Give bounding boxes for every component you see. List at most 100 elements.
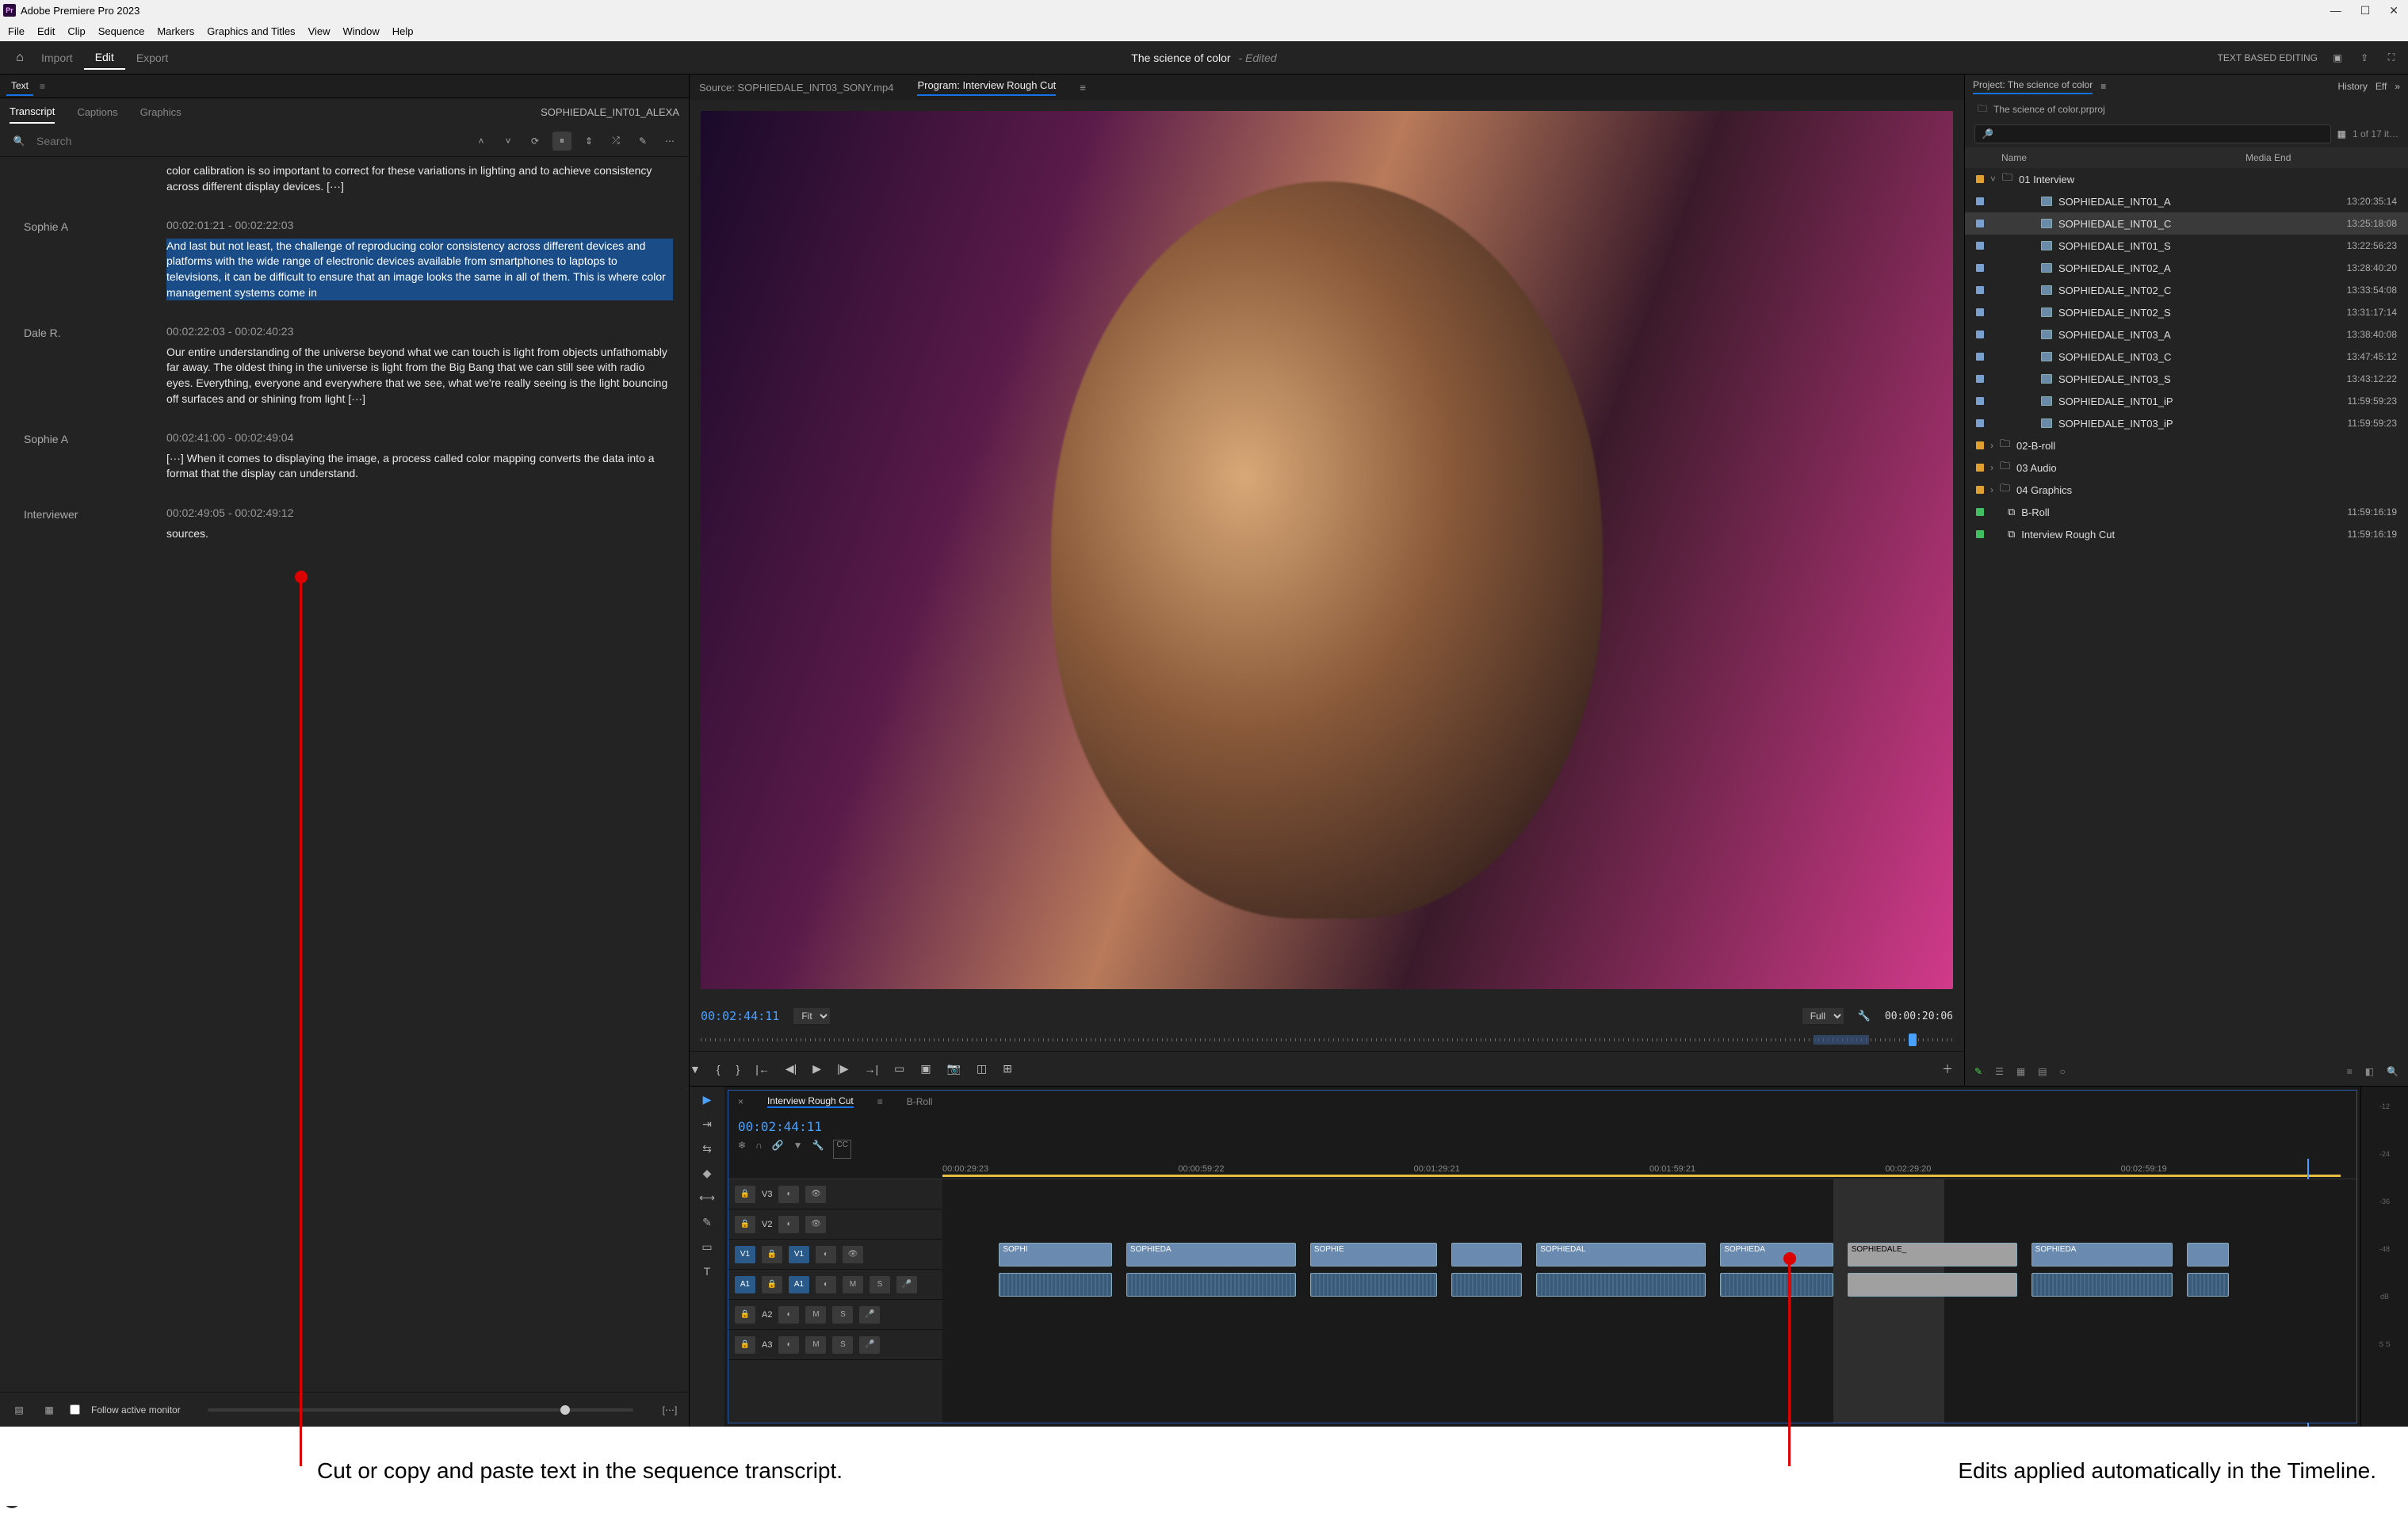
pause-words-icon[interactable]: ⏸ [552, 132, 571, 151]
transcript-text[interactable]: [···] When it comes to displaying the im… [166, 451, 673, 482]
minimize-icon[interactable]: — [2330, 4, 2341, 17]
search-icon[interactable]: 🔍 [2387, 1066, 2398, 1077]
snap-icon[interactable]: ❄ [738, 1140, 746, 1159]
step-forward-icon[interactable]: |▶ [837, 1062, 848, 1076]
clip-row[interactable]: SOPHIEDALE_INT03_iP11:59:59:23 [1965, 412, 2408, 434]
merge-icon[interactable]: ⇕ [579, 132, 598, 151]
extract-icon[interactable]: ▣ [920, 1062, 931, 1076]
lift-icon[interactable]: ▭ [894, 1062, 904, 1076]
go-to-out-icon[interactable]: →| [864, 1063, 878, 1076]
chevron-down-icon[interactable]: ˅ [1990, 174, 1996, 185]
hand-tool-icon[interactable]: ▭ [701, 1240, 712, 1254]
video-clip[interactable]: SOPHIEDA [1126, 1243, 1296, 1267]
timeline-tab[interactable]: B-Roll [907, 1096, 933, 1107]
caption-track-icon[interactable]: ▤ [10, 1400, 29, 1419]
audio-clip[interactable] [1451, 1273, 1522, 1297]
auto-sequence-icon[interactable]: ≡ [2347, 1066, 2353, 1077]
target-a1[interactable]: A1 [789, 1276, 809, 1293]
track-select-icon[interactable]: ⇥ [702, 1118, 712, 1131]
video-preview[interactable] [701, 111, 1953, 989]
fit-dropdown[interactable]: Fit [793, 1008, 830, 1024]
source-v1[interactable]: V1 [735, 1246, 755, 1263]
history-tab[interactable]: History [2338, 81, 2368, 92]
time-ruler[interactable]: 00:00:29:23 00:00:59:22 00:01:29:21 00:0… [942, 1159, 2356, 1179]
video-clip[interactable]: SOPHI [999, 1243, 1112, 1267]
target-v1[interactable]: V1 [789, 1246, 809, 1263]
list-view-icon[interactable]: ☰ [1995, 1066, 2004, 1077]
program-tab[interactable]: Program: Interview Rough Cut [917, 79, 1056, 96]
panel-menu-icon[interactable]: ≡ [40, 81, 45, 92]
menu-graphics[interactable]: Graphics and Titles [202, 25, 300, 37]
fullscreen-icon[interactable]: ⛶ [2384, 51, 2398, 65]
clip-row[interactable]: SOPHIEDALE_INT01_S13:22:56:23 [1965, 235, 2408, 257]
play-icon[interactable]: ▶ [812, 1062, 821, 1076]
insert-ellipsis-icon[interactable]: [⋯] [660, 1400, 679, 1419]
pen-tool-icon[interactable]: ✎ [702, 1216, 712, 1229]
menu-file[interactable]: File [3, 25, 29, 37]
close-icon[interactable]: ✕ [2389, 4, 2398, 17]
linked-selection-icon[interactable]: 🔗 [772, 1140, 784, 1159]
icon-view-icon[interactable]: ▦ [2016, 1066, 2025, 1077]
audio-clip[interactable] [999, 1273, 1112, 1297]
transcript-text[interactable]: Our entire understanding of the universe… [166, 345, 673, 407]
workspace-edit[interactable]: Edit [84, 46, 125, 70]
col-name[interactable]: Name [1976, 152, 2246, 163]
panel-menu-icon[interactable]: ≡ [877, 1096, 883, 1107]
project-tab[interactable]: Project: The science of color [1973, 79, 2093, 94]
bin-folder[interactable]: 02-B-roll [2016, 440, 2397, 452]
menu-edit[interactable]: Edit [32, 25, 59, 37]
export-frame-icon[interactable]: 📷 [947, 1062, 961, 1076]
clip-row[interactable]: SOPHIEDALE_INT02_S13:31:17:14 [1965, 301, 2408, 323]
text-panel-tab[interactable]: Text [6, 77, 33, 96]
tab-captions[interactable]: Captions [77, 101, 117, 123]
video-clip-selected[interactable]: SOPHIEDALE_ [1848, 1243, 2017, 1267]
audio-clip[interactable] [1720, 1273, 1833, 1297]
bin-folder[interactable]: 04 Graphics [2016, 484, 2397, 496]
audio-clip[interactable] [1310, 1273, 1438, 1297]
panel-menu-icon[interactable]: ≡ [1080, 82, 1086, 94]
wrench-icon[interactable]: 🔧 [1858, 1010, 1871, 1022]
transcript-text[interactable]: sources. [166, 526, 673, 542]
project-list[interactable]: ˅ 🗀 01 Interview SOPHIEDALE_INT01_A13:20… [1965, 168, 2408, 1057]
follow-monitor-checkbox[interactable] [70, 1404, 80, 1415]
source-tab[interactable]: Source: SOPHIEDALE_INT03_SONY.mp4 [699, 82, 893, 94]
out-point-icon[interactable]: } [736, 1063, 740, 1076]
menu-clip[interactable]: Clip [63, 25, 90, 37]
clip-row[interactable]: SOPHIEDALE_INT01_A13:20:35:14 [1965, 190, 2408, 212]
workspace-export[interactable]: Export [125, 47, 179, 69]
more-options-icon[interactable]: ⋯ [660, 132, 679, 151]
search-input[interactable] [36, 135, 132, 147]
video-clip[interactable]: SOPHIEDAL [1536, 1243, 1706, 1267]
edit-pencil-icon[interactable]: ✎ [633, 132, 652, 151]
clip-row[interactable]: SOPHIEDALE_INT02_C13:33:54:08 [1965, 279, 2408, 301]
source-a1[interactable]: A1 [735, 1276, 755, 1293]
refresh-icon[interactable]: ⟳ [526, 132, 545, 151]
split-icon[interactable]: ⤮ [606, 132, 625, 151]
tab-graphics[interactable]: Graphics [140, 101, 182, 123]
menu-markers[interactable]: Markers [152, 25, 199, 37]
caption-style-icon[interactable]: ▦ [40, 1400, 59, 1419]
workspace-import[interactable]: Import [30, 47, 84, 69]
prev-match-icon[interactable]: ˄ [472, 132, 491, 151]
share-icon[interactable]: ⇪ [2357, 51, 2372, 65]
tab-transcript[interactable]: Transcript [10, 101, 55, 124]
resolution-dropdown[interactable]: Full [1802, 1008, 1844, 1024]
next-match-icon[interactable]: ˅ [499, 132, 518, 151]
go-to-in-icon[interactable]: |← [755, 1063, 770, 1076]
bin-folder[interactable]: 01 Interview [2019, 174, 2397, 185]
step-back-icon[interactable]: ◀| [785, 1062, 797, 1076]
video-clip[interactable] [2187, 1243, 2230, 1267]
playhead-timecode[interactable]: 00:02:44:11 [701, 1009, 779, 1023]
selection-tool-icon[interactable]: ▶ [703, 1093, 712, 1106]
clip-row[interactable]: SOPHIEDALE_INT03_S13:43:12:22 [1965, 368, 2408, 390]
audio-clip[interactable] [1126, 1273, 1296, 1297]
clip-row[interactable]: SOPHIEDALE_INT03_A13:38:40:08 [1965, 323, 2408, 346]
marker-icon[interactable]: ▼ [690, 1063, 701, 1076]
quick-export-icon[interactable]: ▣ [2330, 51, 2345, 65]
video-clip[interactable]: SOPHIEDA [1720, 1243, 1833, 1267]
panel-menu-icon[interactable]: ≡ [2100, 81, 2106, 92]
home-icon[interactable]: ⌂ [10, 51, 30, 65]
slip-tool-icon[interactable]: ⟷ [699, 1191, 715, 1205]
maximize-icon[interactable]: ☐ [2360, 4, 2371, 17]
type-tool-icon[interactable]: T [704, 1265, 711, 1278]
